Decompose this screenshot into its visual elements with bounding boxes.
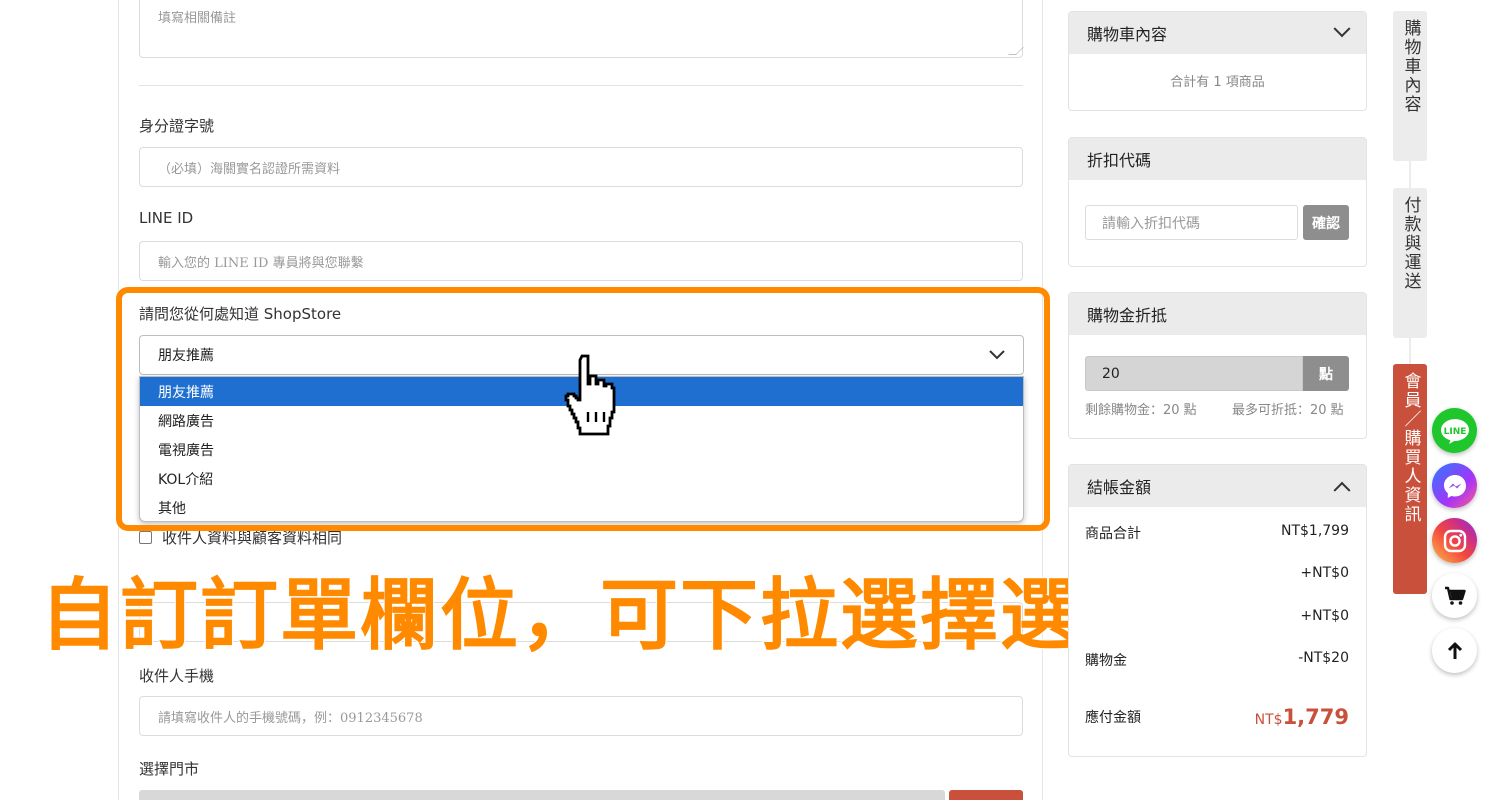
resize-grip-icon[interactable] [1008, 47, 1024, 55]
summary-value: +NT$0 [1300, 565, 1349, 581]
side-tab-cart-label: 購物車內容 [1400, 19, 1421, 114]
instagram-icon [1443, 529, 1466, 552]
line-icon: LINE [1440, 418, 1469, 444]
discount-panel-header: 折扣代碼 [1069, 138, 1366, 180]
summary-label: 商品合計 [1085, 526, 1141, 542]
points-panel: 購物金折抵 20 點 剩餘購物金：20 點 最多可折抵：20 點 [1068, 292, 1367, 439]
line-button[interactable]: LINE [1432, 408, 1477, 453]
overlay-caption: 自訂訂單欄位，可下拉選擇選項 [39, 570, 1161, 662]
section-divider [139, 85, 1023, 86]
tab-connector [1409, 160, 1411, 188]
messenger-icon [1443, 474, 1466, 498]
instagram-button[interactable] [1432, 518, 1477, 563]
checkout-panel-header[interactable]: 結帳金額 [1069, 465, 1366, 507]
points-amount-value: 20 [1102, 365, 1120, 382]
cart-button[interactable] [1432, 573, 1477, 618]
total-number: 1,779 [1282, 705, 1349, 729]
discount-code-placeholder: 請輸入折扣代碼 [1102, 215, 1200, 232]
summary-row-fee: +NT$0 [1085, 608, 1349, 624]
discount-panel: 折扣代碼 請輸入折扣代碼 確認 [1068, 137, 1367, 267]
discount-panel-title: 折扣代碼 [1087, 151, 1152, 170]
summary-value: -NT$20 [1298, 650, 1349, 666]
id-number-label: 身分證字號 [139, 117, 215, 135]
recipient-phone-label: 收件人手機 [139, 667, 215, 685]
side-tab-cart[interactable]: 購物車內容 [1393, 11, 1427, 161]
summary-row-shipping: +NT$0 [1085, 565, 1349, 581]
points-unit-label: 點 [1303, 356, 1349, 391]
line-id-placeholder: 輸入您的 LINE ID 專員將與您聯繫 [158, 255, 364, 271]
total-label: 應付金額 [1085, 710, 1141, 726]
store-select-button[interactable] [949, 790, 1023, 800]
total-currency: NT$ [1254, 712, 1283, 728]
discount-confirm-button[interactable]: 確認 [1303, 205, 1349, 240]
messenger-button[interactable] [1432, 463, 1477, 508]
same-as-customer-checkbox[interactable] [139, 531, 152, 544]
line-id-input[interactable]: 輸入您的 LINE ID 專員將與您聯繫 [139, 241, 1023, 281]
summary-row-total: 應付金額 NT$1,779 [1085, 705, 1349, 729]
cart-panel: 購物車內容 合計有 1 項商品 [1068, 11, 1367, 111]
summary-value: +NT$0 [1300, 608, 1349, 624]
remarks-textarea[interactable]: 填寫相關備註 [139, 0, 1024, 58]
arrow-up-icon [1447, 642, 1462, 659]
points-panel-header: 購物金折抵 [1069, 293, 1366, 335]
discount-code-input[interactable]: 請輸入折扣代碼 [1085, 205, 1298, 240]
summary-value: NT$1,799 [1280, 523, 1349, 539]
tab-connector [1409, 337, 1411, 365]
side-tab-member[interactable]: 會員／購買人資訊 [1393, 364, 1427, 594]
svg-text:LINE: LINE [1443, 427, 1466, 437]
points-remaining: 剩餘購物金：20 點 [1085, 403, 1197, 418]
points-max-offset: 最多可折抵：20 點 [1232, 403, 1344, 418]
total-amount: NT$1,779 [1255, 705, 1349, 729]
checkout-total-panel: 結帳金額 商品合計 NT$1,799 +NT$0 +NT$0 購物金 -NT$2… [1068, 464, 1367, 757]
side-tab-payment[interactable]: 付款與運送 [1393, 188, 1427, 338]
cart-icon [1444, 586, 1466, 605]
back-to-top-button[interactable] [1432, 628, 1477, 673]
store-select-field[interactable] [139, 790, 945, 800]
side-tab-payment-label: 付款與運送 [1400, 196, 1421, 291]
summary-row-points: 購物金 -NT$20 [1085, 650, 1349, 670]
store-select-label: 選擇門市 [139, 760, 200, 778]
summary-row-subtotal: 商品合計 NT$1,799 [1085, 523, 1349, 543]
remarks-placeholder: 填寫相關備註 [158, 11, 237, 26]
summary-label: 購物金 [1085, 653, 1127, 669]
cart-panel-title: 購物車內容 [1087, 25, 1168, 44]
id-number-placeholder: （必填）海關實名認證所需資料 [158, 161, 341, 177]
chevron-down-icon [1333, 20, 1351, 38]
line-id-label: LINE ID [139, 209, 194, 227]
points-panel-title: 購物金折抵 [1087, 306, 1168, 325]
points-amount-input[interactable]: 20 [1085, 356, 1303, 391]
checkout-panel-title: 結帳金額 [1087, 478, 1152, 497]
recipient-phone-input[interactable]: 請填寫收件人的手機號碼，例：0912345678 [139, 696, 1023, 736]
cart-item-count: 合計有 1 項商品 [1170, 75, 1265, 90]
hand-cursor-icon [564, 354, 616, 436]
cart-panel-header[interactable]: 購物車內容 [1069, 12, 1366, 54]
recipient-phone-placeholder: 請填寫收件人的手機號碼，例：0912345678 [158, 710, 423, 726]
chevron-up-icon [1333, 481, 1351, 499]
id-number-input[interactable]: （必填）海關實名認證所需資料 [139, 147, 1023, 187]
side-tab-member-label: 會員／購買人資訊 [1400, 372, 1421, 524]
